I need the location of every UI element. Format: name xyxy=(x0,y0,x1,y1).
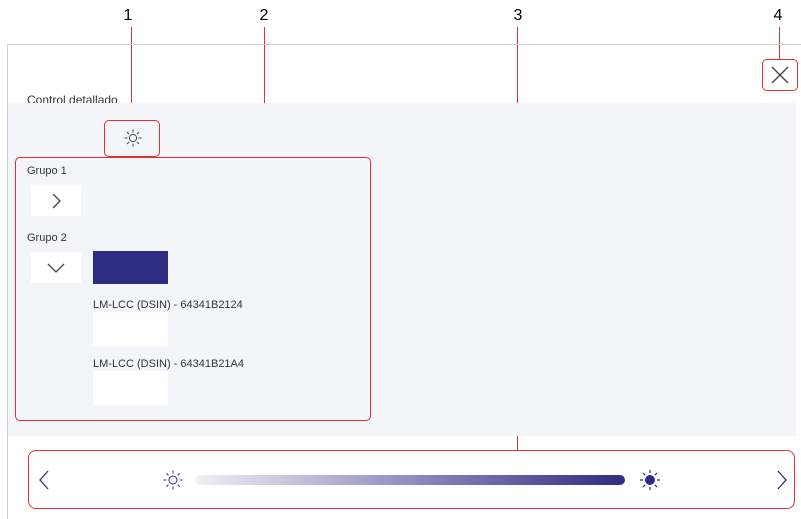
callout-3: 3 xyxy=(513,7,523,24)
chevron-right-icon xyxy=(777,470,787,489)
callout-4: 4 xyxy=(773,7,783,24)
groups-highlight xyxy=(15,157,371,421)
previous-button[interactable] xyxy=(32,450,56,509)
callout-1: 1 xyxy=(123,7,133,24)
sun-filled-icon xyxy=(640,470,660,490)
close-highlight xyxy=(762,59,798,91)
sun-outline-icon xyxy=(163,470,183,490)
brightness-slider-track[interactable] xyxy=(195,475,625,485)
brightness-highlight xyxy=(104,120,160,157)
chevron-left-icon xyxy=(39,470,49,489)
callout-2: 2 xyxy=(259,7,269,24)
panel-top-border xyxy=(7,44,801,45)
next-button[interactable] xyxy=(770,450,794,509)
